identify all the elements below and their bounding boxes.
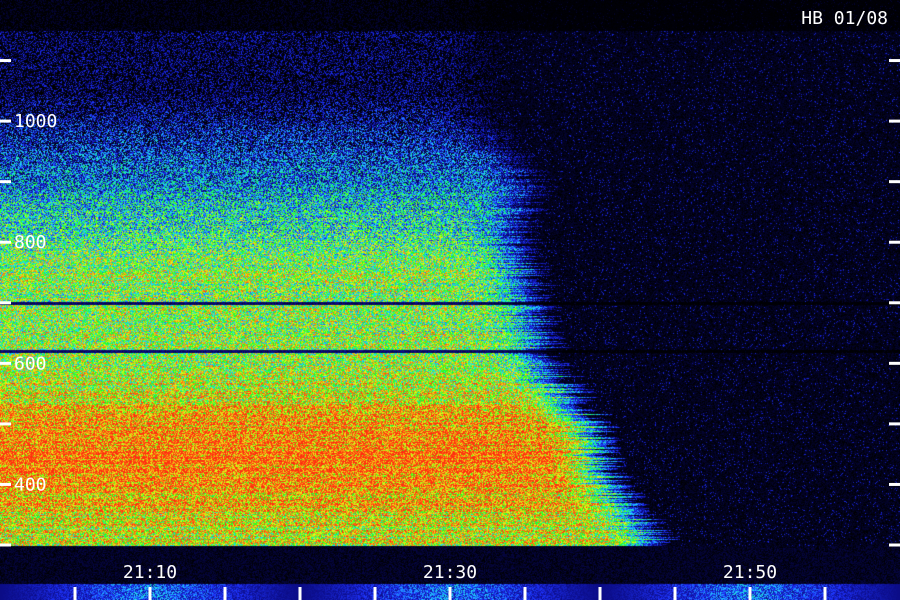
x-tick-label-2130: 21:30 — [423, 562, 477, 583]
y-tick-label-400: 400 — [14, 474, 47, 495]
y-tick-labels: 400 600 800 1000 — [14, 111, 57, 495]
x-tick-labels: 21:10 21:30 21:50 — [123, 562, 777, 583]
x-tick-label-2150: 21:50 — [723, 562, 777, 583]
y-tick-label-600: 600 — [14, 353, 47, 374]
y-tick-label-800: 800 — [14, 232, 47, 253]
y-tick-label-1000: 1000 — [14, 111, 57, 132]
y-ticks-right — [889, 59, 900, 547]
x-tick-label-2110: 21:10 — [123, 562, 177, 583]
chart-title: HB 01/08 — [801, 8, 888, 29]
y-ticks-left — [0, 59, 11, 547]
x-ticks — [73, 587, 827, 600]
axes-overlay: HB 01/08 400 600 800 1000 21:10 21:30 21… — [0, 8, 900, 600]
